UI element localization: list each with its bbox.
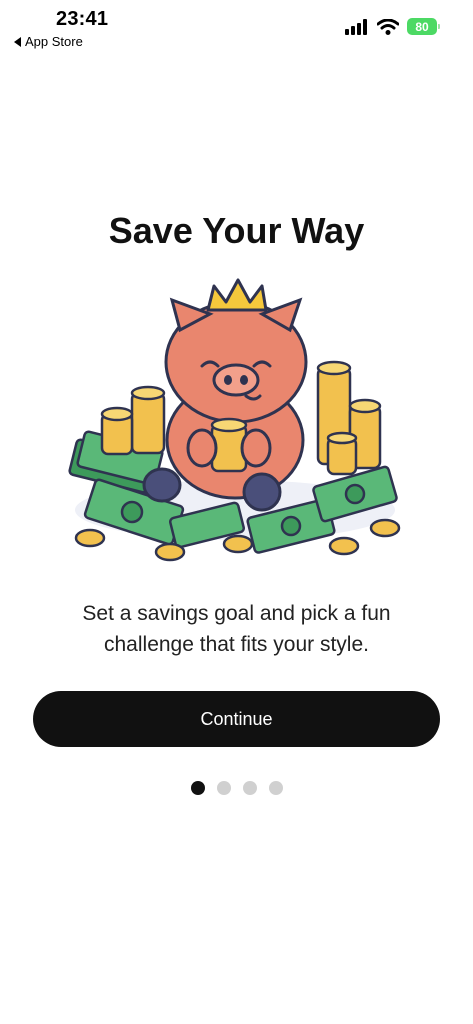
piggy-with-crown-and-money-icon bbox=[68, 278, 401, 562]
continue-button[interactable]: Continue bbox=[33, 691, 440, 747]
onboarding-screen: 23:41 App Store 80 Save Your Way Set a s… bbox=[0, 0, 473, 1024]
back-to-app-store-link[interactable]: App Store bbox=[14, 34, 83, 49]
page-dot-2[interactable] bbox=[216, 781, 231, 795]
page-dot-4[interactable] bbox=[268, 781, 283, 795]
status-icons: 80 bbox=[345, 18, 440, 35]
back-arrow-icon bbox=[14, 36, 21, 47]
page-title: Save Your Way bbox=[108, 210, 365, 251]
onboarding-description: Set a savings goal and pick a fun challe… bbox=[82, 602, 391, 656]
cellular-signal-icon bbox=[345, 18, 367, 35]
status-time: 23:41 bbox=[56, 8, 109, 30]
page-dot-1[interactable] bbox=[190, 781, 205, 795]
page-dot-3[interactable] bbox=[242, 781, 257, 795]
back-app-label: App Store bbox=[25, 34, 83, 49]
battery-level: 80 bbox=[415, 19, 429, 34]
wifi-icon bbox=[377, 18, 399, 35]
battery-icon: 80 bbox=[407, 18, 440, 35]
page-indicator bbox=[0, 781, 473, 795]
